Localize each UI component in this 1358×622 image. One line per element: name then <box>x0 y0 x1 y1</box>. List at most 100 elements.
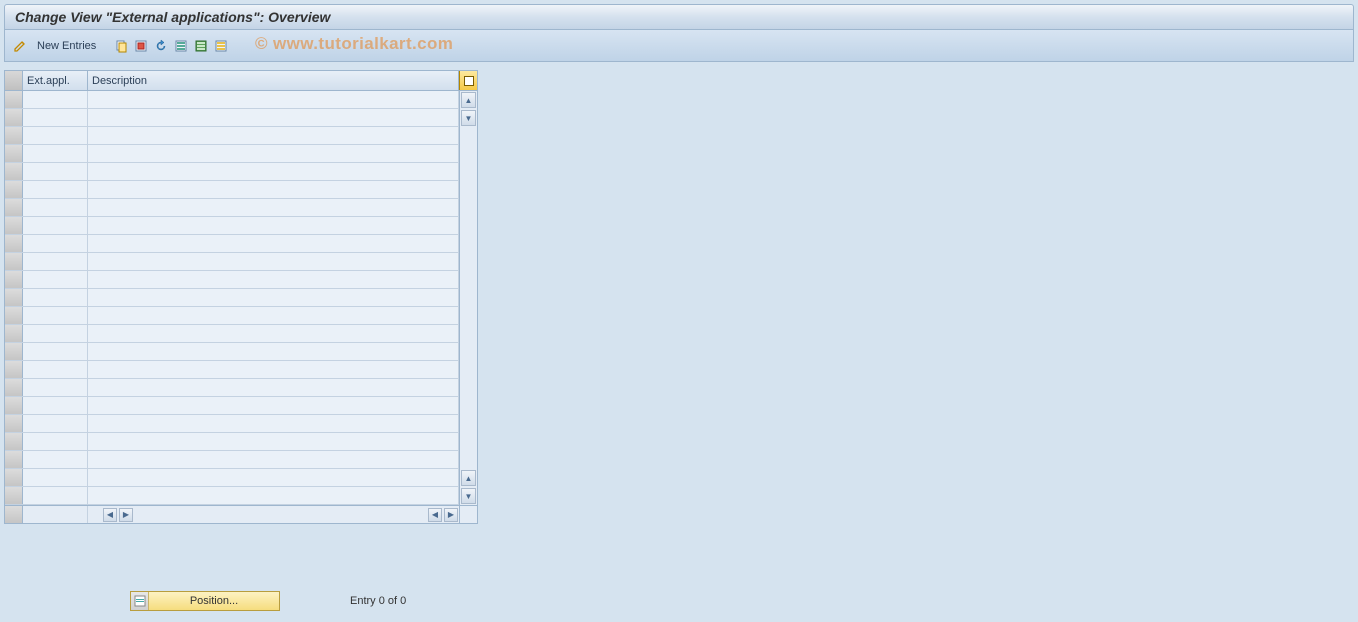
row-selector[interactable] <box>5 163 23 180</box>
row-selector[interactable] <box>5 397 23 414</box>
scroll-track-vertical[interactable] <box>460 127 477 469</box>
scroll-up-arrow2[interactable]: ▼ <box>461 110 476 126</box>
cell-description[interactable] <box>88 307 459 324</box>
row-selector[interactable] <box>5 181 23 198</box>
new-entries-button[interactable]: New Entries <box>31 36 102 56</box>
cell-extappl[interactable] <box>23 235 88 252</box>
scroll-right-arrow2[interactable]: ◀ <box>428 508 442 522</box>
cell-description[interactable] <box>88 487 459 504</box>
table-row[interactable] <box>5 109 459 127</box>
cell-extappl[interactable] <box>23 451 88 468</box>
cell-description[interactable] <box>88 451 459 468</box>
cell-description[interactable] <box>88 271 459 288</box>
table-settings-button[interactable] <box>459 71 477 90</box>
cell-description[interactable] <box>88 469 459 486</box>
row-selector[interactable] <box>5 433 23 450</box>
row-selector[interactable] <box>5 415 23 432</box>
table-row[interactable] <box>5 199 459 217</box>
cell-description[interactable] <box>88 253 459 270</box>
vertical-scrollbar[interactable]: ▲ ▼ ▲ ▼ <box>459 91 477 505</box>
cell-extappl[interactable] <box>23 271 88 288</box>
cell-description[interactable] <box>88 163 459 180</box>
cell-description[interactable] <box>88 433 459 450</box>
cell-description[interactable] <box>88 397 459 414</box>
cell-extappl[interactable] <box>23 127 88 144</box>
scroll-right-arrow[interactable]: ▶ <box>444 508 458 522</box>
row-selector[interactable] <box>5 235 23 252</box>
table-row[interactable] <box>5 415 459 433</box>
cell-extappl[interactable] <box>23 163 88 180</box>
table-row[interactable] <box>5 487 459 505</box>
cell-description[interactable] <box>88 145 459 162</box>
cell-extappl[interactable] <box>23 415 88 432</box>
table-row[interactable] <box>5 397 459 415</box>
row-selector[interactable] <box>5 487 23 504</box>
cell-extappl[interactable] <box>23 91 88 108</box>
cell-description[interactable] <box>88 235 459 252</box>
cell-extappl[interactable] <box>23 181 88 198</box>
cell-extappl[interactable] <box>23 469 88 486</box>
cell-description[interactable] <box>88 343 459 360</box>
table-row[interactable] <box>5 145 459 163</box>
scroll-left-arrow[interactable]: ◀ <box>103 508 117 522</box>
table-row[interactable] <box>5 451 459 469</box>
cell-description[interactable] <box>88 109 459 126</box>
row-selector[interactable] <box>5 217 23 234</box>
horizontal-scrollbar[interactable]: ◀ ▶ ◀ ▶ <box>5 505 477 523</box>
table-row[interactable] <box>5 361 459 379</box>
row-selector[interactable] <box>5 469 23 486</box>
row-selector[interactable] <box>5 145 23 162</box>
table-row[interactable] <box>5 343 459 361</box>
scroll-down-arrow2[interactable]: ▲ <box>461 470 476 486</box>
cell-extappl[interactable] <box>23 379 88 396</box>
row-selector[interactable] <box>5 199 23 216</box>
cell-description[interactable] <box>88 379 459 396</box>
scroll-up-arrow[interactable]: ▲ <box>461 92 476 108</box>
cell-description[interactable] <box>88 181 459 198</box>
cell-extappl[interactable] <box>23 289 88 306</box>
table-corner[interactable] <box>5 71 23 90</box>
table-row[interactable] <box>5 253 459 271</box>
cell-description[interactable] <box>88 199 459 216</box>
cell-description[interactable] <box>88 415 459 432</box>
column-header-extappl[interactable]: Ext.appl. <box>23 71 88 90</box>
row-selector[interactable] <box>5 343 23 360</box>
row-selector[interactable] <box>5 379 23 396</box>
row-selector[interactable] <box>5 127 23 144</box>
cell-extappl[interactable] <box>23 361 88 378</box>
position-button[interactable]: Position... <box>130 591 280 611</box>
cell-extappl[interactable] <box>23 307 88 324</box>
column-header-description[interactable]: Description <box>88 71 459 90</box>
cell-description[interactable] <box>88 289 459 306</box>
row-selector[interactable] <box>5 451 23 468</box>
row-selector[interactable] <box>5 325 23 342</box>
table-row[interactable] <box>5 289 459 307</box>
row-selector[interactable] <box>5 361 23 378</box>
table-row[interactable] <box>5 307 459 325</box>
table-row[interactable] <box>5 325 459 343</box>
table-row[interactable] <box>5 163 459 181</box>
cell-extappl[interactable] <box>23 145 88 162</box>
row-selector[interactable] <box>5 307 23 324</box>
scroll-left-arrow2[interactable]: ▶ <box>119 508 133 522</box>
toggle-edit-icon[interactable] <box>11 37 29 55</box>
copy-as-icon[interactable] <box>112 37 130 55</box>
select-block-icon[interactable] <box>192 37 210 55</box>
row-selector[interactable] <box>5 271 23 288</box>
cell-description[interactable] <box>88 361 459 378</box>
cell-extappl[interactable] <box>23 199 88 216</box>
cell-extappl[interactable] <box>23 325 88 342</box>
table-row[interactable] <box>5 271 459 289</box>
table-row[interactable] <box>5 433 459 451</box>
row-selector[interactable] <box>5 109 23 126</box>
cell-description[interactable] <box>88 91 459 108</box>
table-row[interactable] <box>5 217 459 235</box>
row-selector[interactable] <box>5 91 23 108</box>
table-row[interactable] <box>5 181 459 199</box>
table-row[interactable] <box>5 127 459 145</box>
cell-extappl[interactable] <box>23 487 88 504</box>
undo-icon[interactable] <box>152 37 170 55</box>
table-row[interactable] <box>5 91 459 109</box>
scroll-down-arrow[interactable]: ▼ <box>461 488 476 504</box>
delete-icon[interactable] <box>132 37 150 55</box>
